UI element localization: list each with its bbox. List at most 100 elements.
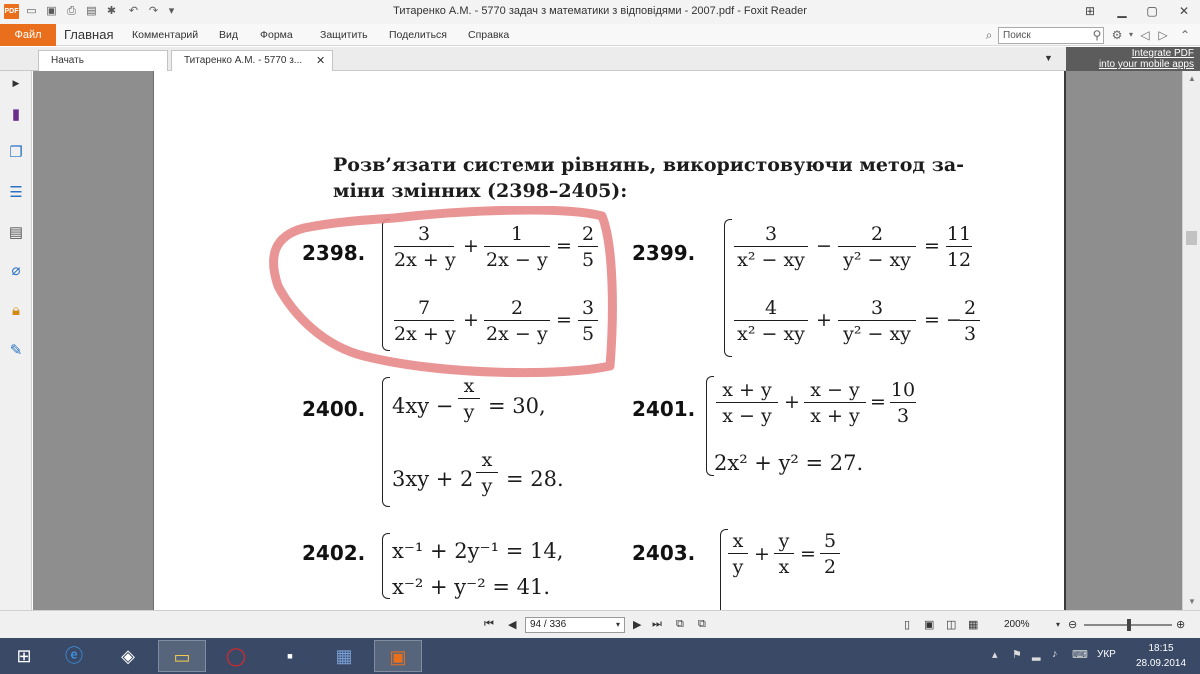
language-indicator[interactable]: УКР xyxy=(1097,649,1116,660)
section-heading-line-2: міни змінних (2398–2405): xyxy=(333,180,628,202)
fraction: 23 xyxy=(960,296,980,345)
comments-icon[interactable]: ▤ xyxy=(6,223,26,243)
opera-icon[interactable]: ◯ xyxy=(212,640,260,672)
action-center-flag-icon[interactable]: ⚑ xyxy=(1012,648,1022,661)
volume-icon[interactable]: ♪ xyxy=(1052,648,1058,660)
keyboard-icon[interactable]: ⌨ xyxy=(1072,648,1088,661)
7zip-icon[interactable]: ▪ xyxy=(266,640,314,672)
fraction: 2 y² − xy xyxy=(838,222,916,271)
page-number-input[interactable]: 94 / 336 xyxy=(525,617,625,633)
system-brace xyxy=(724,219,732,357)
clock[interactable]: 18:15 28.09.2014 xyxy=(1128,641,1194,671)
problem-number-2400: 2400. xyxy=(302,397,366,421)
continuous-page-icon[interactable]: ▣ xyxy=(924,618,934,631)
signature-icon[interactable]: ✎ xyxy=(6,341,26,361)
foxit-reader-taskbar-icon[interactable]: ▣ xyxy=(374,640,422,672)
find-icon[interactable]: ⌕ xyxy=(982,27,996,43)
system-brace xyxy=(382,533,390,599)
windows-taskbar: ⊞ ⓔ ◈ ▭ ◯ ▪ ▦ ▣ ▴ ⚑ ▂ ♪ ⌨ УКР 18:15 28.0… xyxy=(0,638,1200,674)
maximize-button[interactable]: ▢ xyxy=(1140,2,1164,20)
tab-list-dropdown-icon[interactable]: ▼ xyxy=(1044,53,1053,63)
tab-form[interactable]: Форма xyxy=(260,24,293,46)
zoom-level[interactable]: 200% xyxy=(1004,617,1064,633)
tab-current-document[interactable]: Титаренко А.М. - 5770 з... ✕ xyxy=(171,50,333,71)
clock-date: 28.09.2014 xyxy=(1135,658,1187,669)
hand-drawn-highlight xyxy=(269,206,617,378)
close-button[interactable]: ✕ xyxy=(1172,2,1196,20)
search-input[interactable]: Поиск xyxy=(998,27,1104,44)
equals-sign: = xyxy=(870,391,886,413)
fraction: 3 x² − xy xyxy=(734,222,808,271)
fraction: 10 3 xyxy=(890,379,916,427)
zoom-dropdown-icon[interactable]: ▾ xyxy=(1056,620,1060,629)
expand-panel-icon[interactable]: ▶ xyxy=(6,73,26,93)
search-icon[interactable]: ⚲ xyxy=(1090,27,1104,43)
vertical-scrollbar[interactable]: ▲ ▼ xyxy=(1182,71,1200,610)
equation-text: x⁻¹ + 2y⁻¹ = 14, xyxy=(392,539,564,563)
tab-protect[interactable]: Защитить xyxy=(320,24,368,46)
facing-pages-icon[interactable]: ◫ xyxy=(946,618,956,631)
next-page-icon[interactable]: ▶ xyxy=(633,618,641,631)
promo-line-2: into your mobile apps xyxy=(1098,59,1194,70)
file-explorer-icon[interactable]: ▭ xyxy=(158,640,206,672)
zoom-out-icon[interactable]: ⊖ xyxy=(1068,618,1077,631)
problem-number-2402: 2402. xyxy=(302,541,366,565)
single-page-icon[interactable]: ▯ xyxy=(904,618,910,631)
zoom-slider-handle[interactable] xyxy=(1127,619,1131,631)
network-signal-icon[interactable]: ▂ xyxy=(1032,648,1040,661)
security-lock-icon[interactable]: 🔒︎ xyxy=(6,301,26,321)
document-tab-label: Титаренко А.М. - 5770 з... xyxy=(184,55,303,66)
tray-expand-icon[interactable]: ▴ xyxy=(992,648,998,661)
page-dropdown-icon[interactable]: ▾ xyxy=(616,620,620,629)
continuous-facing-icon[interactable]: ▦ xyxy=(968,618,978,631)
status-bar: ⏮ ◀ 94 / 336 ▾ ▶ ⏭ ⧉ ⧉ ▯ ▣ ◫ ▦ 200% ▾ ⊖ … xyxy=(0,610,1200,638)
virtualbox-icon[interactable]: ▦ xyxy=(320,640,368,672)
window-title: Титаренко А.М. - 5770 задач з математики… xyxy=(393,5,807,17)
bookmark-icon[interactable]: ▮ xyxy=(6,105,26,125)
tab-share[interactable]: Поделиться xyxy=(389,24,447,46)
collapse-ribbon-icon[interactable]: ⌃ xyxy=(1176,27,1194,43)
file-tab[interactable]: Файл xyxy=(0,24,56,46)
zoom-in-icon[interactable]: ⊕ xyxy=(1176,618,1185,631)
fraction: xy xyxy=(476,448,498,497)
scroll-thumb[interactable] xyxy=(1186,231,1197,245)
tab-help[interactable]: Справка xyxy=(468,24,509,46)
clock-time: 18:15 xyxy=(1148,643,1174,654)
layout-icon[interactable]: ⊞ xyxy=(1078,2,1102,20)
minimize-button[interactable]: ▁ xyxy=(1110,2,1134,20)
system-brace xyxy=(706,376,714,476)
tab-comment[interactable]: Комментарий xyxy=(132,24,198,46)
close-tab-icon[interactable]: ✕ xyxy=(316,51,325,71)
fraction: 11 12 xyxy=(946,223,972,271)
fraction: yx xyxy=(774,529,794,578)
equals-sign: = xyxy=(800,543,816,565)
attachment-icon[interactable]: ⌀ xyxy=(6,261,26,281)
ribbon-tabs: Файл Главная Комментарий Вид Форма Защит… xyxy=(0,24,1200,46)
promo-banner[interactable]: Integrate PDF into your mobile apps xyxy=(1066,47,1200,71)
scroll-down-icon[interactable]: ▼ xyxy=(1183,597,1200,606)
equation-text: 4xy − xyxy=(392,394,454,418)
settings-dropdown-icon[interactable]: ▾ xyxy=(1126,27,1136,43)
settings-gear-icon[interactable]: ⚙ xyxy=(1108,27,1126,43)
unity-icon[interactable]: ◈ xyxy=(104,640,152,672)
back-icon[interactable]: ◁ xyxy=(1138,27,1152,43)
layers-icon[interactable]: ☰ xyxy=(6,183,26,203)
prev-page-icon[interactable]: ◀ xyxy=(508,618,516,631)
problem-number-2401: 2401. xyxy=(632,397,696,421)
equals-sign: = xyxy=(924,235,940,257)
forward-icon[interactable]: ▷ xyxy=(1156,27,1170,43)
first-page-icon[interactable]: ⏮ xyxy=(484,618,494,631)
next-view-icon[interactable]: ⧉ xyxy=(698,618,706,631)
internet-explorer-icon[interactable]: ⓔ xyxy=(50,640,98,672)
tab-view[interactable]: Вид xyxy=(219,24,238,46)
tab-home[interactable]: Главная xyxy=(64,24,113,46)
fraction: x − yx + y xyxy=(804,378,866,427)
last-page-icon[interactable]: ⏭ xyxy=(652,618,662,631)
scroll-up-icon[interactable]: ▲ xyxy=(1183,74,1200,83)
problem-number-2399: 2399. xyxy=(632,241,696,265)
prev-view-icon[interactable]: ⧉ xyxy=(676,618,684,631)
pages-icon[interactable]: ❐ xyxy=(6,143,26,163)
start-windows-icon[interactable]: ⊞ xyxy=(0,640,48,672)
document-tabs: Начать Титаренко А.М. - 5770 з... ✕ ▼ In… xyxy=(0,47,1200,71)
tab-start[interactable]: Начать xyxy=(38,50,168,71)
